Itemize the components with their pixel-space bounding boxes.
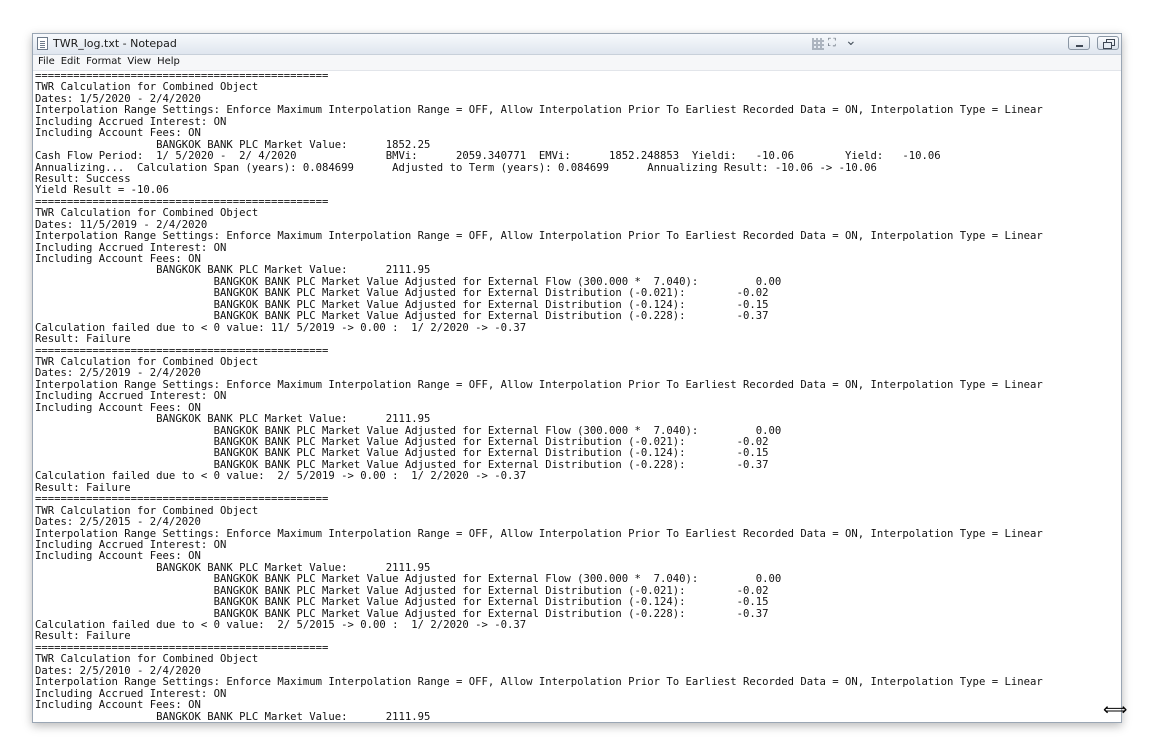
text-line: Dates: 2/5/2015 - 2/4/2020 [35, 516, 201, 529]
text-line: Interpolation Range Settings: Enforce Ma… [35, 676, 1043, 689]
text-line: Including Account Fees: ON [35, 699, 201, 712]
notepad-icon[interactable] [37, 37, 48, 50]
resize-cursor-icon: ⟺ [1103, 700, 1128, 720]
notepad-window: TWR_log.txt - Notepad ⛶ ⌄ File Edit Format… [32, 33, 1122, 723]
text-editor-area[interactable]: ========================================… [35, 71, 1121, 722]
menu-file[interactable]: File [35, 55, 58, 69]
text-line: BANGKOK BANK PLC Market Value: 2111.95 [35, 413, 431, 426]
expand-icon[interactable]: ⛶ [828, 36, 836, 50]
text-line: BANGKOK BANK PLC Market Value Adjusted f… [35, 573, 782, 586]
snap-grid-icon[interactable] [812, 38, 824, 50]
text-line: TWR Calculation for Combined Object [35, 207, 259, 220]
menu-bar: File Edit Format View Help [33, 55, 1121, 71]
text-line: Calculation failed due to < 0 value: 2/ … [35, 619, 527, 631]
menu-view[interactable]: View [124, 55, 154, 69]
text-line: Cash Flow Period: 1/ 5/2020 - 2/ 4/2020 … [35, 150, 941, 163]
minimize-icon[interactable] [1067, 36, 1090, 50]
text-line: Including Account Fees: ON [35, 127, 201, 140]
text-line: Calculation failed due to < 0 value: 2/ … [35, 470, 527, 483]
text-line: Including Accrued Interest: ON [35, 390, 227, 403]
log-text: ========================================… [35, 71, 1121, 722]
title-bar[interactable]: TWR_log.txt - Notepad ⛶ ⌄ [33, 34, 1121, 55]
menu-help[interactable]: Help [154, 55, 183, 69]
text-line: BANGKOK BANK PLC Market Value Adjusted f… [35, 310, 769, 323]
text-line: Result: Failure [35, 333, 131, 346]
text-line: Calculation failed due to < 0 value: 11/… [35, 321, 527, 334]
text-line: Result: Success [35, 172, 131, 185]
menu-edit[interactable]: Edit [58, 55, 83, 69]
window-controls [1066, 35, 1119, 51]
menu-format[interactable]: Format [83, 55, 124, 69]
text-line: BANGKOK BANK PLC Market Value: 2111.95 [35, 710, 431, 722]
snap-controls: ⛶ ⌄ [812, 34, 864, 51]
text-line: ========================================… [35, 493, 329, 506]
text-line: BANGKOK BANK PLC Market Value Adjusted f… [35, 596, 769, 609]
text-line: Interpolation Range Settings: Enforce Ma… [35, 230, 1043, 243]
restore-icon[interactable] [1097, 36, 1119, 50]
text-line: Annualizing... Calculation Span (years):… [35, 161, 877, 174]
window-title: TWR_log.txt - Notepad [53, 37, 177, 50]
chevron-down-icon[interactable]: ⌄ [845, 34, 857, 49]
